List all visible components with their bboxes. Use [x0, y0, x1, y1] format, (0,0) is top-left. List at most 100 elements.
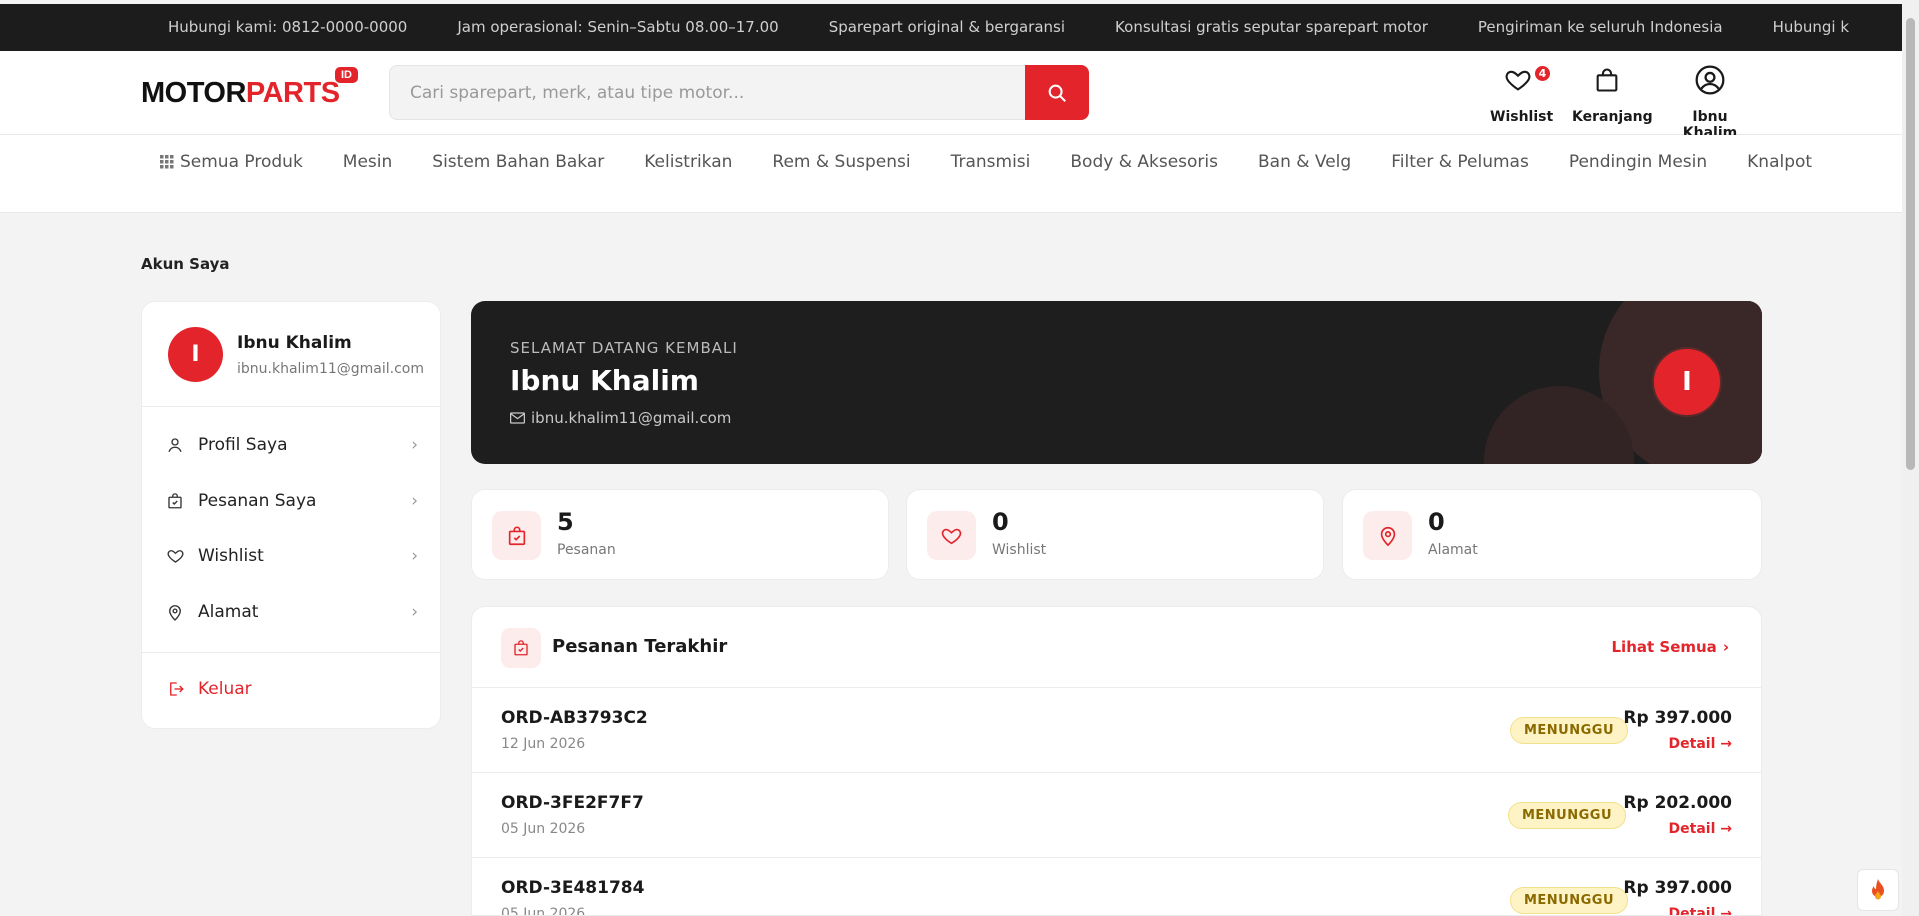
chevron-right-icon: › — [411, 602, 418, 622]
account-button[interactable]: Ibnu Khalim — [1670, 61, 1750, 141]
mail-icon — [510, 412, 525, 424]
wishlist-count-badge: 4 — [1533, 64, 1552, 83]
stat-value: 0 — [992, 508, 1009, 536]
recent-orders-header: Pesanan Terakhir Lihat Semua › — [472, 607, 1761, 688]
cart-button[interactable]: Keranjang — [1572, 61, 1653, 125]
order-total: Rp 397.000 — [1623, 708, 1732, 728]
announcement-bar: Hubungi kami: 0812-0000-0000 Jam operasi… — [0, 4, 1902, 51]
sidebar-item-profile[interactable]: Profil Saya › — [166, 425, 418, 465]
scrollbar-thumb[interactable] — [1906, 18, 1915, 470]
order-id: ORD-3FE2F7F7 — [501, 793, 644, 813]
announcement-item: Konsultasi gratis seputar sparepart moto… — [1115, 18, 1428, 36]
search-icon — [1048, 84, 1066, 102]
announcement-item: Jam operasional: Senin–Sabtu 08.00–17.00 — [457, 18, 779, 36]
nav-item-pendingin-mesin[interactable]: Pendingin Mesin — [1569, 152, 1707, 172]
grid-icon — [160, 155, 174, 169]
announcement-item: Hubungi kami: 0812-0000-0000 — [168, 18, 408, 36]
announcement-item: Pengiriman ke seluruh Indonesia — [1477, 18, 1723, 36]
sidebar-user-name: Ibnu Khalim — [237, 333, 352, 353]
brand-part2: PARTS — [245, 77, 340, 109]
sidebar-user-email: ibnu.khalim11@gmail.com — [237, 361, 424, 377]
nav-item-bahan-bakar[interactable]: Sistem Bahan Bakar — [432, 152, 604, 172]
site-header: MOTORPARTS ID Cari sparepart, merk, atau… — [0, 51, 1902, 141]
sidebar-item-address[interactable]: Alamat › — [166, 592, 418, 632]
heart-icon — [941, 528, 962, 544]
order-id: ORD-AB3793C2 — [501, 708, 648, 728]
page-scrollbar[interactable] — [1902, 0, 1919, 916]
chevron-right-icon: › — [1722, 638, 1729, 656]
announcement-item: Hubungi k — [1772, 18, 1850, 36]
chevron-right-icon: › — [411, 435, 418, 455]
order-row[interactable]: ORD-3E481784 05 Jun 2026 MENUNGGU Rp 397… — [472, 858, 1761, 915]
stat-value: 0 — [1428, 508, 1445, 536]
nav-item-kelistrikan[interactable]: Kelistrikan — [644, 152, 732, 172]
map-pin-icon — [1380, 526, 1395, 546]
user-icon — [168, 438, 182, 453]
order-total: Rp 397.000 — [1623, 878, 1732, 898]
account-sidebar: I Ibnu Khalim ibnu.khalim11@gmail.com Pr… — [141, 301, 441, 729]
sidebar-item-orders[interactable]: Pesanan Saya › — [166, 481, 418, 521]
recent-orders-panel: Pesanan Terakhir Lihat Semua › ORD-AB379… — [471, 606, 1762, 916]
order-row[interactable]: ORD-AB3793C2 12 Jun 2026 MENUNGGU Rp 397… — [472, 688, 1761, 773]
stat-card-wishlist[interactable]: 0 Wishlist — [906, 489, 1324, 580]
nav-item-all-products[interactable]: Semua Produk — [160, 152, 303, 172]
order-detail-link[interactable]: Detail → — [1669, 736, 1732, 752]
stat-value: 5 — [557, 508, 574, 536]
brand-part1: MOTOR — [141, 77, 246, 109]
welcome-kicker: SELAMAT DATANG KEMBALI — [510, 339, 738, 357]
heart-icon — [1505, 70, 1531, 91]
bag-check-icon — [168, 493, 182, 509]
brand-tag: ID — [335, 67, 358, 83]
order-detail-link[interactable]: Detail → — [1669, 821, 1732, 837]
order-total: Rp 202.000 — [1623, 793, 1732, 813]
status-badge: MENUNGGU — [1509, 717, 1628, 744]
bag-check-icon — [508, 526, 525, 545]
nav-item-label: Semua Produk — [180, 152, 303, 172]
order-date: 05 Jun 2026 — [501, 821, 586, 837]
floating-action-button[interactable] — [1857, 869, 1899, 911]
logout-label: Keluar — [198, 679, 252, 699]
nav-item-body-aksesoris[interactable]: Body & Aksesoris — [1070, 152, 1218, 172]
flame-icon — [1872, 879, 1884, 900]
nav-item-rem-suspensi[interactable]: Rem & Suspensi — [772, 152, 910, 172]
nav-item-filter-pelumas[interactable]: Filter & Pelumas — [1391, 152, 1529, 172]
search-placeholder: Cari sparepart, merk, atau tipe motor... — [410, 83, 745, 103]
status-badge: MENUNGGU — [1509, 887, 1628, 914]
logout-icon — [170, 682, 184, 696]
nav-item-transmisi[interactable]: Transmisi — [951, 152, 1031, 172]
order-detail-link[interactable]: Detail → — [1669, 906, 1732, 915]
breadcrumb: Akun Saya — [141, 255, 230, 273]
stat-card-address[interactable]: 0 Alamat — [1342, 489, 1762, 580]
welcome-banner: SELAMAT DATANG KEMBALI Ibnu Khalim ibnu.… — [471, 301, 1762, 464]
welcome-name: Ibnu Khalim — [510, 364, 699, 397]
wishlist-button[interactable]: 4 Wishlist — [1490, 61, 1553, 125]
search-input[interactable]: Cari sparepart, merk, atau tipe motor... — [389, 65, 1089, 120]
brand-logo[interactable]: MOTORPARTS ID — [141, 67, 358, 110]
order-row[interactable]: ORD-3FE2F7F7 05 Jun 2026 MENUNGGU Rp 202… — [472, 773, 1761, 858]
logout-button[interactable]: Keluar — [166, 669, 418, 709]
nav-item-mesin[interactable]: Mesin — [343, 152, 392, 172]
heart-icon — [167, 550, 184, 563]
stat-label: Alamat — [1428, 542, 1478, 558]
sidebar-item-wishlist[interactable]: Wishlist › — [166, 536, 418, 576]
view-all-link[interactable]: Lihat Semua › — [1612, 638, 1730, 656]
announcement-item: Sparepart original & bergaransi — [828, 18, 1066, 36]
chevron-right-icon: › — [411, 546, 418, 566]
divider — [142, 406, 440, 407]
search-button[interactable] — [1025, 65, 1089, 120]
view-all-label: Lihat Semua — [1611, 638, 1717, 656]
nav-item-knalpot[interactable]: Knalpot — [1747, 152, 1812, 172]
order-date: 12 Jun 2026 — [501, 736, 586, 752]
user-circle-icon — [1695, 65, 1725, 95]
welcome-email-text: ibnu.khalim11@gmail.com — [531, 409, 732, 427]
sidebar-item-label: Pesanan Saya — [198, 491, 317, 511]
nav-item-ban-velg[interactable]: Ban & Velg — [1258, 152, 1351, 172]
recent-orders-title: Pesanan Terakhir — [552, 636, 728, 657]
stat-label: Pesanan — [557, 542, 616, 558]
cart-label: Keranjang — [1572, 109, 1653, 125]
category-nav: Semua Produk Mesin Sistem Bahan Bakar Ke… — [0, 135, 1902, 213]
map-pin-icon — [169, 604, 181, 621]
status-badge: MENUNGGU — [1507, 802, 1626, 829]
chevron-right-icon: › — [411, 491, 418, 511]
stat-card-orders[interactable]: 5 Pesanan — [471, 489, 889, 580]
